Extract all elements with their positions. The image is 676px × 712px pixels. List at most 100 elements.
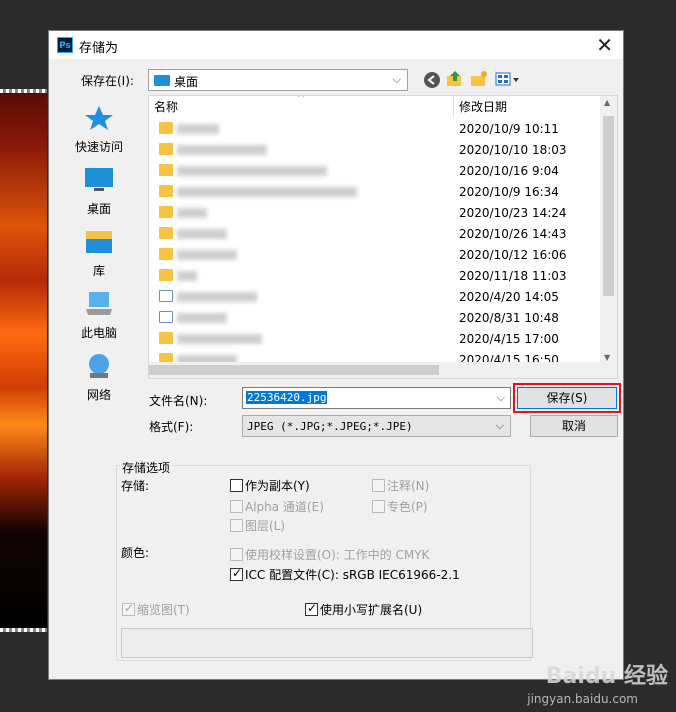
- star-icon: [85, 106, 113, 130]
- library-icon: [86, 231, 112, 253]
- file-list[interactable]: 名称 ^ 修改日期 2020/10/9 10:11 2020/10/10 18:0…: [148, 95, 618, 379]
- save-in-select[interactable]: 桌面 ⌵: [148, 69, 408, 91]
- blurred-filename: [177, 124, 219, 134]
- format-value: JPEG (*.JPG;*.JPEG;*.JPE): [247, 420, 413, 433]
- thumbnail-label: 缩览图(T): [137, 603, 190, 617]
- format-label: 格式(F):: [149, 420, 194, 434]
- save-button[interactable]: 保存(S): [513, 383, 621, 413]
- folder-icon: [159, 248, 173, 260]
- place-this-pc[interactable]: 此电脑: [61, 291, 137, 341]
- chevron-down-icon: ⌵: [392, 73, 401, 86]
- file-date: 2020/10/10 18:03: [459, 143, 567, 157]
- lowercase-label: 使用小写扩展名(U): [320, 603, 423, 617]
- photoshop-icon: Ps: [57, 37, 73, 53]
- warning-area: [121, 628, 533, 658]
- icc-label: ICC 配置文件(C): sRGB IEC61966-2.1: [245, 568, 460, 582]
- blurred-filename: [177, 229, 227, 239]
- file-row[interactable]: 2020/10/26 14:43: [149, 224, 601, 245]
- chevron-down-icon: ⌵: [495, 419, 504, 432]
- as-copy-checkbox[interactable]: [230, 479, 243, 492]
- chevron-down-icon[interactable]: ⌵: [497, 391, 505, 405]
- check-icon: ✓: [124, 601, 135, 615]
- color-label: 颜色:: [121, 546, 150, 560]
- file-row[interactable]: 2020/10/16 9:04: [149, 161, 601, 182]
- desktop-folder-icon: [154, 75, 170, 86]
- file-row[interactable]: 2020/4/20 14:05: [149, 287, 601, 308]
- folder-icon: [159, 164, 173, 176]
- canvas-image: [0, 89, 47, 632]
- place-network[interactable]: 网络: [61, 353, 137, 403]
- layers-checkbox[interactable]: [230, 519, 243, 532]
- save-as-dialog: Ps 存储为 ✕ 保存在(I): 桌面 ⌵ 快速访问 桌面 库 此电脑 网络 名…: [48, 30, 624, 680]
- proof-checkbox[interactable]: [230, 548, 243, 561]
- blurred-filename: [177, 187, 357, 197]
- place-library[interactable]: 库: [61, 229, 137, 279]
- place-quick-access[interactable]: 快速访问: [61, 105, 137, 155]
- file-date: 2020/10/23 14:24: [459, 206, 567, 220]
- thumbnail-checkbox[interactable]: ✓: [122, 601, 135, 616]
- save-label: 存储:: [121, 479, 150, 493]
- file-icon: [159, 311, 173, 323]
- up-folder-icon[interactable]: [446, 70, 464, 88]
- alpha-checkbox[interactable]: [230, 500, 243, 513]
- file-row[interactable]: 2020/11/18 11:03: [149, 266, 601, 287]
- blurred-filename: [177, 166, 327, 176]
- spot-checkbox[interactable]: [372, 500, 385, 513]
- annotations-checkbox[interactable]: [372, 479, 385, 492]
- new-folder-icon[interactable]: [470, 70, 488, 88]
- blurred-filename: [177, 334, 262, 344]
- place-label: 此电脑: [80, 326, 117, 340]
- lowercase-checkbox[interactable]: ✓: [305, 601, 318, 616]
- scroll-thumb[interactable]: [149, 365, 439, 375]
- scroll-down-icon[interactable]: ▼: [604, 353, 610, 362]
- file-row[interactable]: 2020/4/15 17:00: [149, 329, 601, 350]
- layers-label: 图层(L): [245, 519, 286, 533]
- scroll-thumb[interactable]: [603, 116, 614, 296]
- desktop-icon: [85, 168, 113, 191]
- format-select[interactable]: JPEG (*.JPG;*.JPEG;*.JPE) ⌵: [242, 415, 511, 437]
- file-date: 2020/10/9 16:34: [459, 185, 559, 199]
- file-row[interactable]: 2020/10/9 16:34: [149, 182, 601, 203]
- view-menu-icon[interactable]: [495, 71, 521, 89]
- annotations-label: 注释(N): [387, 479, 430, 493]
- file-row[interactable]: 2020/10/12 16:06: [149, 245, 601, 266]
- file-row[interactable]: 2020/10/23 14:24: [149, 203, 601, 224]
- dialog-title: 存储为: [79, 41, 119, 56]
- blurred-filename: [177, 292, 257, 302]
- file-row[interactable]: 2020/10/10 18:03: [149, 140, 601, 161]
- file-date: 2020/4/15 17:00: [459, 332, 559, 346]
- column-header-name[interactable]: 名称: [154, 96, 178, 118]
- filename-input[interactable]: 22536420.jpg ⌵: [242, 387, 511, 409]
- network-icon: [89, 354, 109, 378]
- file-row[interactable]: 2020/10/9 10:11: [149, 119, 601, 140]
- filename-label: 文件名(N):: [149, 394, 208, 408]
- blurred-filename: [177, 271, 197, 281]
- place-label: 网络: [86, 388, 111, 402]
- folder-icon: [159, 332, 173, 344]
- file-date: 2020/8/31 10:48: [459, 311, 559, 325]
- check-icon: ✓: [232, 566, 243, 580]
- vertical-scrollbar[interactable]: ▲ ▼: [600, 96, 617, 378]
- save-options-title: 存储选项: [120, 459, 173, 476]
- cancel-button[interactable]: 取消: [530, 415, 618, 437]
- blurred-filename: [177, 208, 207, 218]
- back-icon[interactable]: [423, 71, 441, 89]
- close-icon[interactable]: ✕: [596, 33, 613, 57]
- file-row[interactable]: 2020/8/31 10:48: [149, 308, 601, 329]
- file-date: 2020/10/26 14:43: [459, 227, 567, 241]
- file-date: 2020/10/12 16:06: [459, 248, 567, 262]
- column-header-modified[interactable]: 修改日期: [459, 96, 507, 118]
- spot-label: 专色(P): [387, 500, 428, 514]
- icc-checkbox[interactable]: ✓: [230, 566, 243, 581]
- folder-icon: [159, 185, 173, 197]
- title-bar: Ps 存储为 ✕: [49, 31, 623, 59]
- place-desktop[interactable]: 桌面: [61, 167, 137, 217]
- blurred-filename: [177, 145, 267, 155]
- place-label: 桌面: [86, 202, 111, 216]
- horizontal-scrollbar[interactable]: [149, 362, 602, 378]
- scroll-up-icon[interactable]: ▲: [604, 98, 610, 107]
- folder-icon: [159, 143, 173, 155]
- file-date: 2020/10/9 10:11: [459, 122, 559, 136]
- folder-icon: [159, 122, 173, 134]
- folder-icon: [159, 269, 173, 281]
